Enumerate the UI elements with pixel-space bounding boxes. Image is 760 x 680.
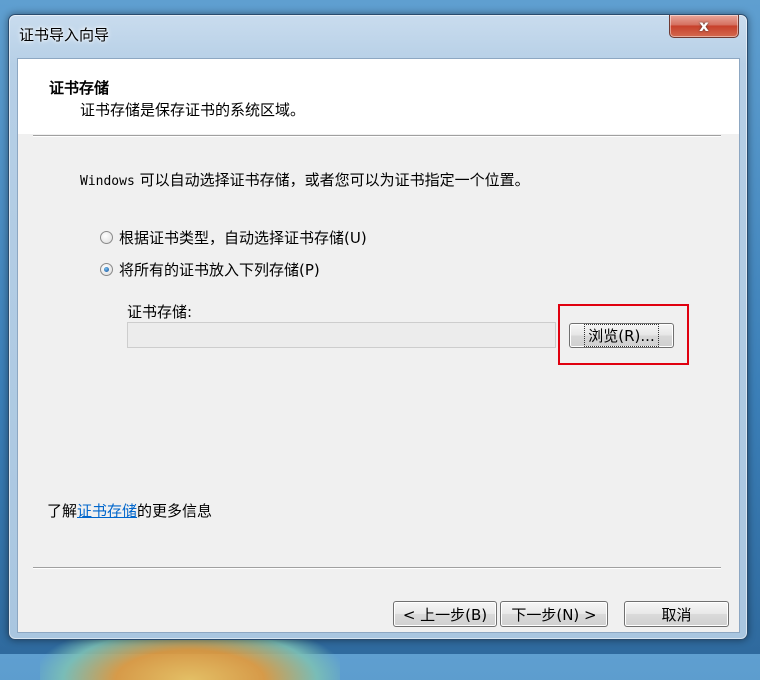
intro-prefix: Windows (80, 174, 135, 189)
intro-rest: 可以自动选择证书存储，或者您可以为证书指定一个位置。 (134, 171, 530, 189)
radio-place-in-store-label: 将所有的证书放入下列存储(P) (119, 261, 320, 279)
learn-more-suffix: 的更多信息 (137, 502, 213, 520)
back-button[interactable]: < 上一步(B) (393, 601, 497, 627)
title-bar[interactable]: 证书导入向导 x (9, 15, 747, 45)
next-button[interactable]: 下一步(N) > (500, 601, 608, 627)
browse-button[interactable]: 浏览(R)... (569, 323, 674, 348)
radio-auto-select[interactable]: 根据证书类型，自动选择证书存储(U) (100, 227, 367, 248)
radio-auto-select-indicator[interactable] (100, 231, 113, 244)
learn-more-prefix: 了解 (47, 502, 78, 520)
dialog-client-area: 证书存储 证书存储是保存证书的系统区域。 Windows 可以自动选择证书存储，… (17, 58, 740, 633)
browse-button-label: 浏览(R)... (584, 324, 659, 347)
footer-divider (33, 567, 721, 569)
intro-text: Windows 可以自动选择证书存储，或者您可以为证书指定一个位置。 (80, 169, 530, 190)
learn-more-link[interactable]: 证书存储 (77, 502, 137, 520)
window-title: 证书导入向导 (19, 26, 110, 44)
radio-place-in-store[interactable]: 将所有的证书放入下列存储(P) (100, 259, 320, 280)
radio-place-in-store-indicator[interactable] (100, 263, 113, 276)
radio-auto-select-label: 根据证书类型，自动选择证书存储(U) (119, 229, 367, 247)
header-divider (33, 135, 721, 137)
certificate-store-field[interactable] (127, 322, 556, 348)
learn-more-text: 了解证书存储的更多信息 (47, 500, 212, 521)
close-button[interactable]: x (669, 15, 739, 38)
page-title: 证书存储 (49, 79, 110, 97)
wizard-header: 证书存储 证书存储是保存证书的系统区域。 (18, 59, 739, 134)
page-subtitle: 证书存储是保存证书的系统区域。 (80, 101, 306, 119)
certificate-store-label: 证书存储: (127, 303, 193, 321)
close-icon: x (699, 17, 709, 35)
cancel-button[interactable]: 取消 (624, 601, 729, 627)
certificate-import-wizard-window: 证书导入向导 x 证书存储 证书存储是保存证书的系统区域。 Windows 可以… (8, 14, 748, 640)
